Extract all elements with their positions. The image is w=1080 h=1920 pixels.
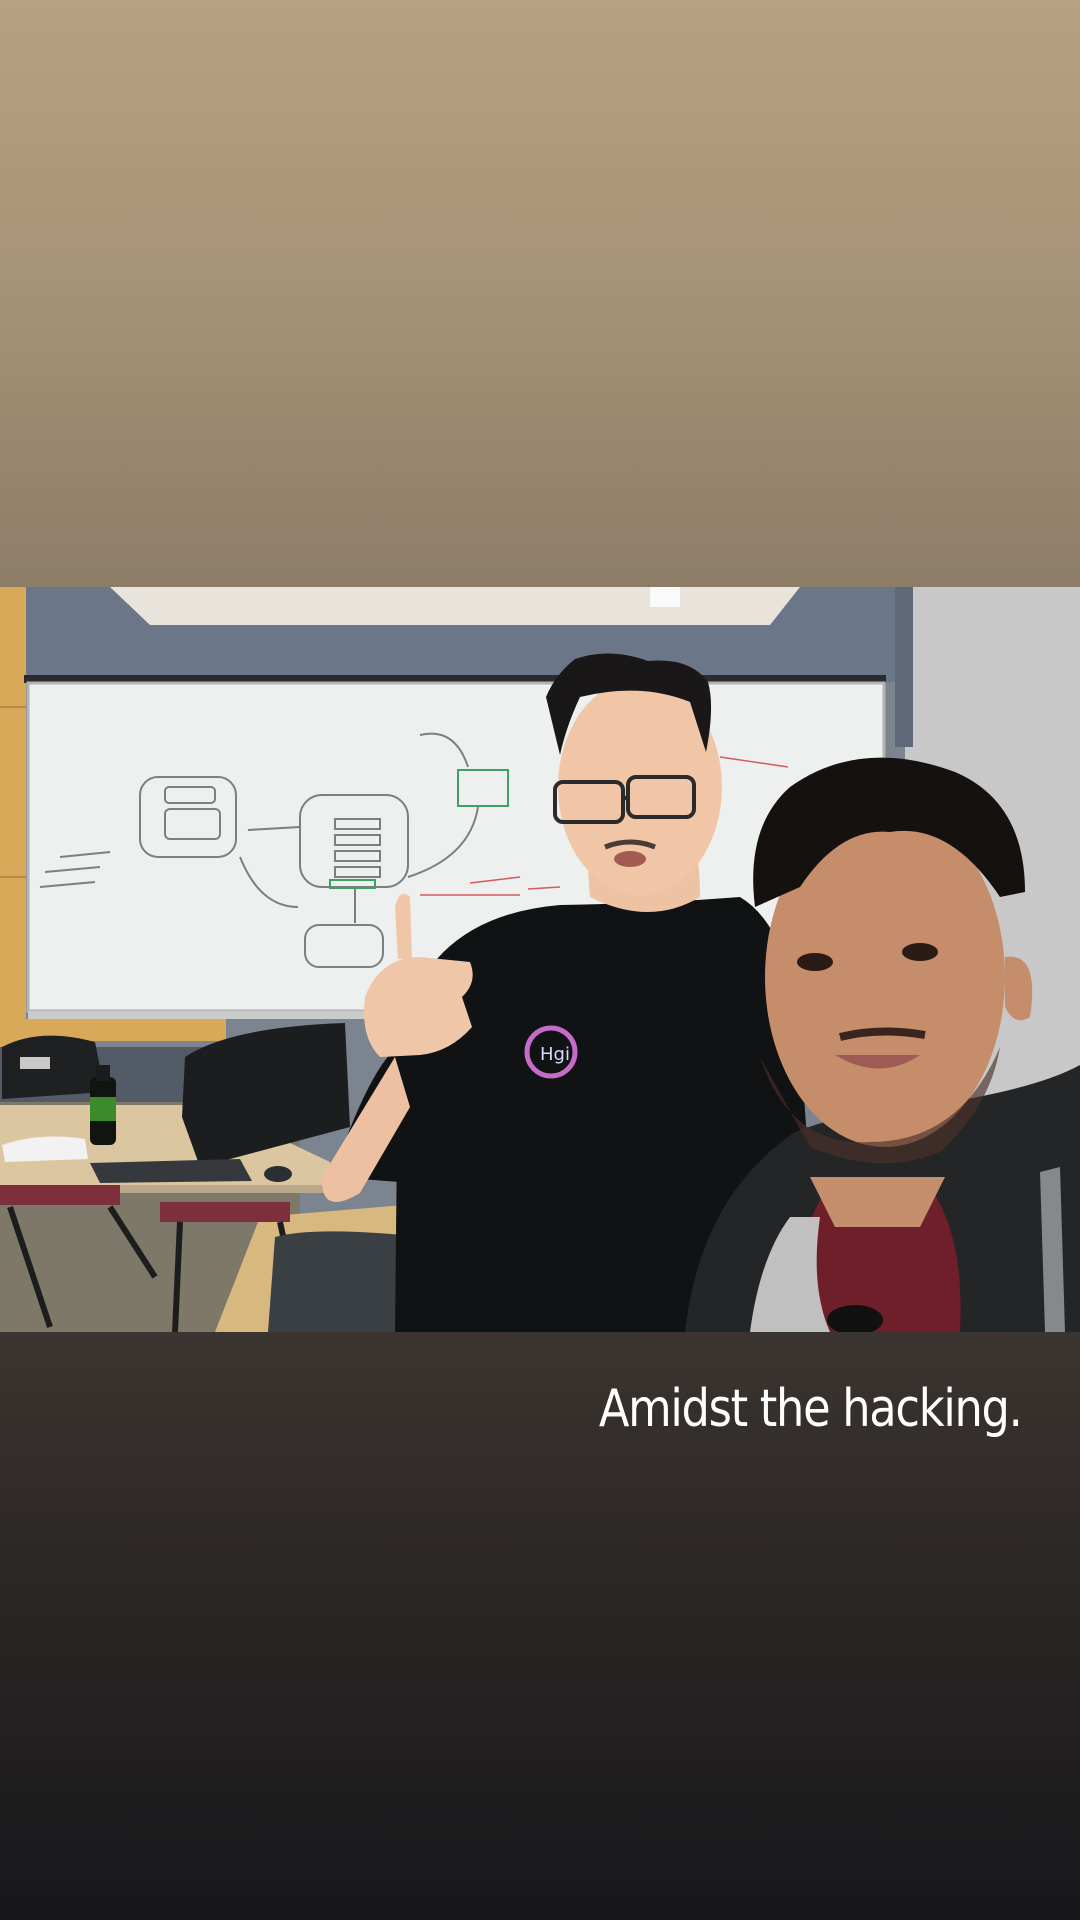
black-bag-left	[2, 1035, 105, 1099]
wood-panel	[0, 587, 26, 1047]
keyboard	[90, 1159, 252, 1183]
selfie-photo: Hgi	[0, 587, 1080, 1332]
svg-text:Hgi: Hgi	[540, 1044, 570, 1065]
top-background	[0, 0, 1080, 587]
photo-illustration: Hgi	[0, 587, 1080, 1332]
mouse	[264, 1166, 292, 1182]
story-canvas: Hgi Amidst the hacking.	[0, 0, 1080, 1920]
story-caption: Amidst the hacking.	[599, 1379, 1023, 1439]
ceiling	[110, 587, 800, 625]
